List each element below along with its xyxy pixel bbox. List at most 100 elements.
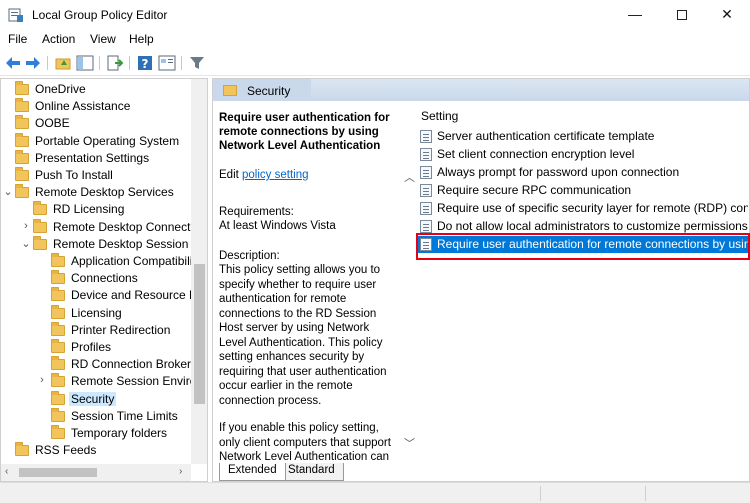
help-icon[interactable]: ? [136,54,154,72]
tree-item[interactable]: Profiles [1,339,191,356]
tree-item[interactable]: Device and Resource Re [1,287,204,304]
policy-setting-icon [420,184,432,197]
description-label: Description: [219,250,280,262]
maximize-button[interactable] [659,0,705,30]
tree-item[interactable]: ⌄ Remote Desktop Services [1,184,191,201]
expand-chevron-icon[interactable]: › [21,220,31,232]
tree-item-label: RSS Feeds [35,443,97,458]
export-list-icon[interactable] [106,54,124,72]
scroll-thumb[interactable] [19,468,97,477]
expand-chevron-icon[interactable]: › [37,374,47,386]
tree-item[interactable]: Printer Redirection [1,321,191,339]
setting-name: Do not allow local administrators to cus… [437,219,748,233]
folder-icon [15,115,29,130]
requirements-value: At least Windows Vista [219,220,336,232]
tree-item-label: Temporary folders [71,426,168,440]
tree-item[interactable]: Presentation Settings [1,149,191,167]
tree-item-label: Security [69,391,117,406]
tree-item-label: Device and Resource Re [71,288,205,303]
tree-item-label: Online Assistance [35,99,131,114]
folder-icon [51,339,65,353]
tree-item[interactable]: Push To Install [1,167,191,184]
tree-item-label: Session Time Limits [71,408,178,423]
tree-item[interactable]: Portable Operating System [1,132,191,150]
minimize-button[interactable]: — [612,0,658,30]
setting-column-header[interactable]: Setting [421,109,458,123]
scroll-right-arrow-icon[interactable]: › [179,466,182,477]
tree-item[interactable]: RD Licensing [1,201,191,218]
menu-action[interactable]: Action [42,32,75,46]
close-button[interactable]: ✕ [704,0,750,30]
tree-item[interactable]: Session Time Limits [1,407,191,425]
status-bar [0,482,750,503]
tree-pane[interactable]: OneDrive Online Assistance OOBE Portable Op… [0,78,208,482]
status-divider [540,486,541,501]
tree-item[interactable]: Connections [1,270,191,287]
scroll-up-arrow-icon[interactable]: ︿ [404,169,415,185]
collapse-chevron-icon[interactable]: ⌄ [21,237,31,250]
setting-row[interactable]: Always prompt for password upon connecti… [418,164,748,181]
tree-item[interactable]: Online Assistance [1,98,191,115]
scroll-thumb[interactable] [194,264,205,404]
svg-text:?: ? [142,57,149,71]
details-header-background [213,79,413,101]
status-divider [645,486,646,501]
properties-icon[interactable] [158,54,176,72]
tree-item[interactable]: RSS Feeds [1,442,191,459]
folder-icon [15,81,29,95]
setting-row[interactable]: Server authentication certificate templa… [418,128,748,145]
folder-icon [51,407,65,422]
details-header: Security [213,79,749,101]
menu-file[interactable]: File [8,32,27,46]
menu-bar: File Action View Help [0,30,750,50]
description-text-continued: If you enable this policy setting, only … [219,422,391,463]
show-hide-tree-icon[interactable] [76,54,94,72]
folder-icon [223,85,237,96]
collapse-chevron-icon[interactable]: ⌄ [3,185,13,198]
menu-help[interactable]: Help [129,32,154,46]
folder-icon [15,132,29,147]
tree-item[interactable]: Temporary folders [1,425,191,442]
setting-name: Always prompt for password upon connecti… [437,165,680,179]
title-bar: Local Group Policy Editor — ✕ [0,0,750,30]
tree-item-label: Push To Install [35,168,113,182]
details-header-title: Security [247,84,291,98]
tree-item[interactable]: Application Compatibili [1,253,192,270]
tab-extended[interactable]: Extended [219,463,286,481]
folder-icon [33,218,47,233]
tree-item-label: Connections [71,271,138,286]
tree-item-label: Printer Redirection [71,322,171,337]
tree-item[interactable]: › Remote Desktop Connectio [1,218,200,236]
filter-icon[interactable] [188,54,206,72]
description-scrollbar[interactable]: ︿ ﹀ [401,101,417,463]
tree-item-label: Remote Session Environ [71,374,204,389]
setting-name: Set client connection encryption level [437,147,635,161]
tree-vertical-scrollbar[interactable] [191,79,207,464]
tree-item[interactable]: RD Connection Broker [1,356,191,373]
setting-row[interactable]: Set client connection encryption level [418,146,748,163]
tree-item[interactable]: Security [1,390,191,408]
tree-item[interactable]: › Remote Session Environ [1,373,203,390]
view-tabs: Extended Standard [213,463,749,481]
folder-icon [51,356,65,371]
tree-horizontal-scrollbar[interactable]: ‹ › [1,464,191,481]
up-folder-icon[interactable] [54,54,72,72]
forward-arrow-icon[interactable] [24,54,42,72]
edit-policy-setting-link[interactable]: policy setting [242,169,308,181]
tree-item[interactable]: Licensing [1,304,191,322]
menu-view[interactable]: View [90,32,116,46]
policy-setting-icon [420,202,432,215]
tab-standard[interactable]: Standard [279,463,344,481]
setting-name: Require use of specific security layer f… [437,201,748,215]
setting-row[interactable]: Require use of specific security layer f… [418,200,748,217]
tree-item[interactable]: OneDrive [1,81,191,98]
toolbar-separator [99,56,100,70]
back-arrow-icon[interactable] [4,54,22,72]
scroll-left-arrow-icon[interactable]: ‹ [5,466,8,477]
tree-item[interactable]: OOBE [1,115,191,132]
highlight-annotation [416,233,750,260]
requirements-label: Requirements: [219,206,294,218]
scroll-down-arrow-icon[interactable]: ﹀ [404,435,415,451]
setting-row[interactable]: Require secure RPC communication [418,182,748,199]
tree-item[interactable]: ⌄ Remote Desktop Session Ho [1,235,207,253]
